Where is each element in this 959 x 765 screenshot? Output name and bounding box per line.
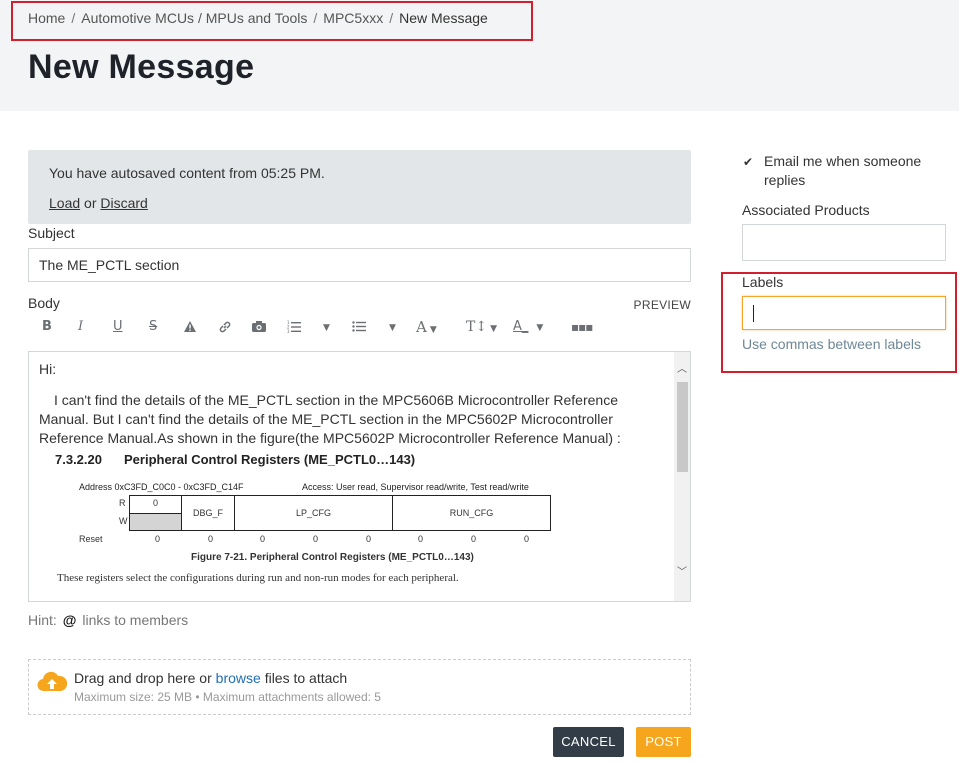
body-paragraph: I can't find the details of the ME_PCTL … (39, 392, 621, 446)
italic-icon[interactable]: I (78, 316, 83, 338)
subject-label: Subject (28, 225, 75, 241)
strikethrough-icon[interactable]: S (149, 316, 157, 338)
body-label: Body (28, 295, 60, 311)
mention-hint: Hint: @ links to members (28, 612, 188, 628)
font-color-icon[interactable]: A ▼ (416, 316, 437, 338)
svg-text:3: 3 (287, 329, 290, 333)
numbered-list-icon[interactable]: 123 (287, 316, 301, 338)
page-title: New Message (28, 48, 255, 86)
drag-text: Drag and drop here or (74, 670, 212, 686)
link-icon[interactable] (218, 316, 232, 338)
reset-value: 0 (366, 534, 372, 544)
discard-link[interactable]: Discard (100, 195, 147, 211)
browse-link[interactable]: browse (216, 670, 261, 686)
field-run-cfg: RUN_CFG (449, 508, 494, 518)
post-button[interactable]: POST (636, 727, 691, 757)
shaded-cell (130, 513, 181, 530)
figure-heading-number: 7.3.2.20 (55, 452, 102, 467)
autosave-message: You have autosaved content from 05:25 PM… (49, 165, 325, 181)
autosave-notice: You have autosaved content from 05:25 PM… (28, 150, 691, 224)
editor-content[interactable]: Hi: I can't find the details of the ME_P… (39, 360, 669, 448)
labels-highlight-box (721, 272, 957, 373)
associated-products-label: Associated Products (742, 202, 870, 218)
r-value: 0 (152, 498, 158, 508)
dropzone-text: Drag and drop here or browse files to at… (74, 670, 347, 686)
breadcrumb-highlight-box (11, 1, 533, 41)
register-table: 0 DBG_F LP_CFG RUN_CFG (129, 495, 551, 531)
at-icon: @ (62, 612, 77, 628)
figure-caption: Figure 7-21. Peripheral Control Register… (191, 552, 474, 563)
image-icon[interactable] (251, 316, 267, 338)
spoiler-icon[interactable] (183, 316, 197, 338)
load-link[interactable]: Load (49, 195, 80, 211)
attach-suffix: files to attach (264, 670, 348, 686)
body-editor[interactable]: Hi: I can't find the details of the ME_P… (28, 351, 691, 602)
editor-scrollbar[interactable]: ︿ ﹀ (674, 352, 690, 601)
attachment-dropzone[interactable]: Drag and drop here or browse files to at… (28, 659, 691, 715)
figure-heading-text: Peripheral Control Registers (ME_PCTL0…1… (124, 452, 416, 467)
reset-value: 0 (524, 534, 530, 544)
subject-input[interactable]: The ME_PCTL section (28, 248, 691, 282)
reset-value: 0 (208, 534, 214, 544)
text-format-icon[interactable]: A_ ▼ (513, 316, 543, 338)
scroll-up-icon[interactable]: ︿ (676, 364, 688, 376)
bold-icon[interactable]: B (42, 316, 52, 338)
field-dbg-f: DBG_F (182, 496, 235, 530)
row-label-r: R (119, 498, 126, 508)
reset-value: 0 (155, 534, 161, 544)
body-greeting: Hi: (39, 361, 57, 377)
register-bit-cell: 0 (130, 496, 182, 530)
field-lp-cfg: LP_CFG (235, 496, 393, 530)
reset-value: 0 (260, 534, 266, 544)
preview-link[interactable]: PREVIEW (634, 298, 691, 312)
more-icon[interactable]: ▪▪▪ (571, 316, 593, 338)
row-label-w: W (119, 516, 128, 526)
hint-prefix: Hint: (28, 612, 57, 628)
reset-value: 0 (313, 534, 319, 544)
scroll-down-icon[interactable]: ﹀ (676, 567, 688, 579)
cloud-upload-icon (37, 671, 67, 692)
numbered-list-caret-icon[interactable]: ▼ (320, 316, 330, 338)
reset-value: 0 (418, 534, 424, 544)
email-checkbox[interactable]: ✔ (742, 155, 755, 169)
scroll-thumb[interactable] (677, 382, 688, 472)
bulleted-list-icon[interactable] (352, 316, 366, 338)
figure-heading: 7.3.2.20 Peripheral Control Registers (ME… (55, 452, 415, 467)
row-label-reset: Reset (79, 534, 103, 544)
bulleted-list-caret-icon[interactable]: ▼ (386, 316, 396, 338)
figure-description: These registers select the configuration… (57, 572, 459, 584)
hint-text: links to members (82, 612, 189, 628)
email-checkbox-label[interactable]: Email me when someone replies (764, 152, 934, 190)
cancel-button[interactable]: CANCEL (553, 727, 624, 757)
attachment-limits: Maximum size: 25 MB • Maximum attachment… (74, 690, 381, 704)
reset-value: 0 (471, 534, 477, 544)
associated-products-input[interactable] (742, 224, 946, 261)
underline-icon[interactable]: U (113, 316, 123, 338)
or-text: or (84, 195, 97, 211)
register-access: Access: User read, Supervisor read/write… (302, 482, 529, 492)
register-address: Address 0xC3FD_C0C0 - 0xC3FD_C14F (79, 482, 244, 492)
font-size-icon[interactable]: T↕ ▼ (466, 316, 497, 338)
editor-toolbar: B I U S 123 ▼ ▼ A ▼ T↕ ▼ A_ ▼ ▪▪▪ (28, 316, 628, 338)
autosave-actions: Load or Discard (49, 195, 148, 211)
